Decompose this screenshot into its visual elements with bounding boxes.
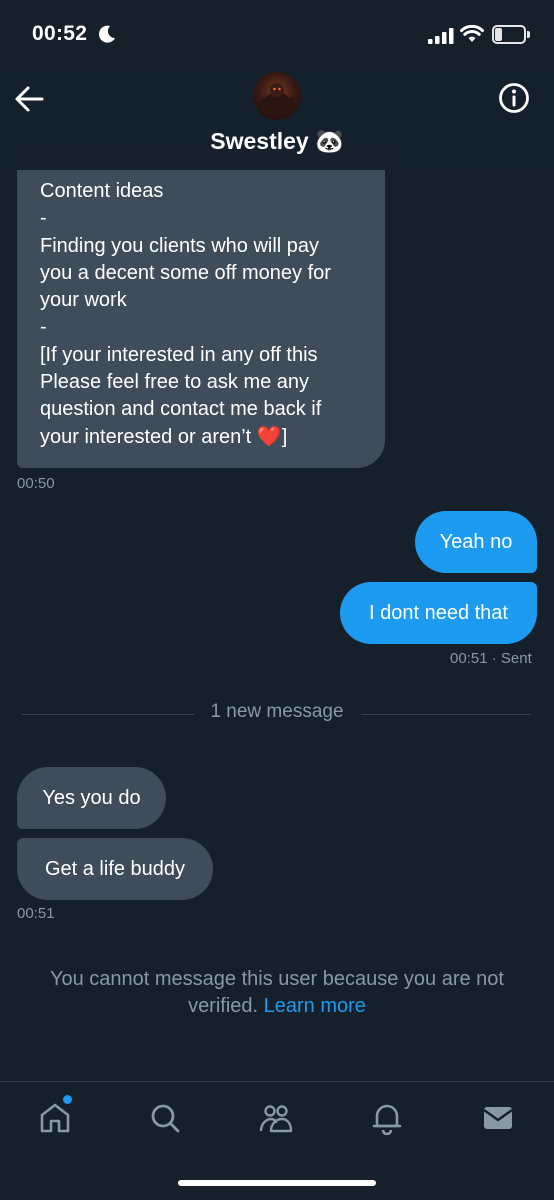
message-line-text: your interested or aren’t [40, 425, 257, 448]
info-icon[interactable] [496, 80, 532, 116]
signal-icon [428, 28, 454, 44]
message-line: [If your interested in any off this [40, 343, 318, 366]
home-notification-dot [63, 1095, 72, 1104]
outgoing-message[interactable]: Yeah no [415, 511, 537, 573]
battery-icon: 25 [492, 25, 526, 44]
battery-tip [527, 31, 530, 38]
message-line: - [40, 207, 47, 230]
divider-line-right [361, 714, 531, 715]
message-time: 00:51 [450, 650, 488, 667]
wifi-icon [460, 25, 484, 42]
message-timestamp: 00:50 [17, 475, 55, 492]
home-indicator[interactable] [178, 1180, 376, 1186]
learn-more-link[interactable]: Learn more [264, 995, 366, 1017]
message-status: · Sent [491, 650, 532, 667]
notifications-icon[interactable] [370, 1101, 404, 1135]
message-line-close: ] [281, 425, 288, 448]
incoming-message[interactable]: Yes you do [17, 767, 166, 829]
status-bar: 00:52 25 [0, 0, 554, 70]
message-line: - [40, 316, 47, 339]
incoming-message[interactable]: Get a life buddy [17, 838, 213, 900]
battery-level: 25 [501, 27, 517, 42]
conversation-header: Swestley 🐼 [0, 70, 554, 170]
message-line: Content ideas [40, 180, 164, 202]
search-icon[interactable] [148, 1101, 182, 1135]
message-line: Finding you clients who will pay [40, 234, 320, 257]
contact-name[interactable]: Swestley 🐼 [0, 128, 554, 155]
new-message-divider: 1 new message [210, 701, 344, 722]
cannot-message-notice: You cannot message this user because you… [20, 966, 534, 1020]
contact-avatar[interactable] [253, 72, 301, 120]
message-timestamp: 00:51 [17, 905, 55, 922]
message-line: question and contact me back if [40, 398, 322, 421]
message-line: Please feel free to ask me any [40, 371, 310, 394]
message-timestamp: 00:51 · Sent [450, 650, 532, 667]
home-icon[interactable] [38, 1101, 72, 1135]
message-line: your work [40, 289, 127, 312]
message-line: you a decent some off money for [40, 261, 331, 284]
incoming-message-long[interactable]: Content ideas - Finding you clients who … [17, 150, 385, 468]
communities-icon[interactable] [259, 1101, 293, 1135]
status-time: 00:52 [32, 22, 88, 45]
moon-icon [98, 25, 115, 43]
message-line-last: your interested or aren’t ❤️] [40, 424, 363, 451]
outgoing-message[interactable]: I dont need that [340, 582, 537, 644]
messages-icon[interactable] [481, 1101, 515, 1135]
back-arrow-icon[interactable] [14, 84, 46, 114]
heart-emoji: ❤️ [256, 425, 282, 448]
